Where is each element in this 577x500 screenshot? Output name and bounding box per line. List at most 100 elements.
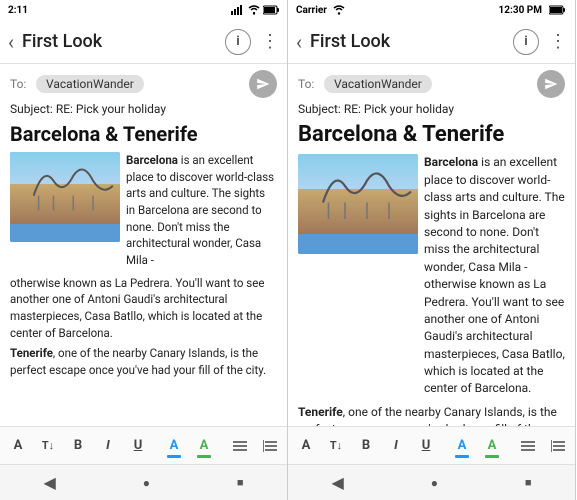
right-app-title: First Look [310,31,513,52]
right-status-left: Carrier [296,5,345,16]
left-time: 2:11 [8,5,28,16]
right-btn-a-color-label: A [458,438,467,453]
right-article-image [298,154,418,254]
left-info-button[interactable]: i [225,29,251,55]
left-btn-a-color-label: A [170,438,179,453]
left-nav-recent[interactable]: ■ [221,472,260,493]
left-email-title: Barcelona & Tenerife [10,122,277,146]
img-water [10,224,120,242]
left-content-image-block: Barcelona is an excellent place to disco… [10,152,277,269]
left-phone-panel: 2:11 ‹ [0,0,288,500]
right-content-image-block: Barcelona is an excellent place to disco… [298,154,565,397]
right-to-chip[interactable]: VacationWander [324,75,432,93]
right-btn-a-color[interactable]: A [448,432,476,460]
right-btn-b-label: B [362,438,370,453]
right-to-label: To: [298,77,318,91]
left-subject-label: Subject: [10,102,53,116]
right-back-button[interactable]: ‹ [296,32,302,52]
right-btn-a-highlight-label: A [488,438,497,453]
left-status-right [231,5,279,15]
right-email-content: To: VacationWander Subject: RE: Pick you… [288,64,575,426]
left-body-tenerife: Tenerife, one of the nearby Canary Islan… [10,345,277,378]
left-nav-back[interactable]: ◀ [27,469,71,496]
left-subject-line: Subject: RE: Pick your holiday [10,102,277,116]
right-to-line: To: VacationWander [298,70,565,98]
right-btn-a-label: A [302,438,311,453]
right-info-icon: i [524,34,527,49]
right-app-icons: i ⋮ [513,29,567,55]
left-barcelona-bold: Barcelona [126,153,178,167]
right-phone-panel: Carrier 12:30 PM ‹ First Look i [288,0,576,500]
right-carrier: Carrier [296,5,327,16]
left-btn-u[interactable]: U [124,432,152,460]
left-btn-a-color[interactable]: A [160,432,188,460]
right-info-button[interactable]: i [513,29,539,55]
right-body-inline-text: Barcelona is an excellent place to disco… [424,154,565,397]
right-status-bar: Carrier 12:30 PM [288,0,575,20]
left-btn-a-highlight[interactable]: A [190,432,218,460]
right-btn-b[interactable]: B [352,432,380,460]
left-app-bar: ‹ First Look i ⋮ [0,20,287,64]
right-btn-a-highlight[interactable]: A [478,432,506,460]
left-btn-a[interactable]: A [4,432,32,460]
left-article-image [10,152,120,242]
left-btn-b-label: B [74,438,82,453]
right-img-water [298,234,418,254]
left-body-inline-text: Barcelona is an excellent place to disco… [126,152,277,269]
wifi-icon [248,5,260,15]
right-btn-i[interactable]: I [382,432,410,460]
right-btn-u[interactable]: U [412,432,440,460]
left-btn-t-label: T↓ [42,439,54,452]
left-to-chip[interactable]: VacationWander [36,75,144,93]
right-nav-home[interactable]: ● [415,472,454,494]
left-btn-a-highlight-label: A [200,438,209,453]
img-coaster [32,161,115,211]
right-nav-back[interactable]: ◀ [315,469,359,496]
right-img-coaster [322,164,412,219]
right-btn-t-label: T↓ [330,439,342,452]
left-email-body: Barcelona is an excellent place to disco… [10,152,277,383]
right-subject-label: Subject: [298,102,341,116]
left-btn-list1[interactable] [226,432,254,460]
left-to-label: To: [10,77,30,91]
battery-icon [263,5,279,15]
left-subject-value: RE: Pick your holiday [56,102,166,116]
right-email-body: Barcelona is an excellent place to disco… [298,154,565,426]
right-btn-a[interactable]: A [292,432,320,460]
right-barcelona-bold: Barcelona [424,155,478,169]
right-btn-t[interactable]: T↓ [322,432,350,460]
left-body-inline: is an excellent place to discover world-… [126,153,274,267]
right-btn-list1[interactable] [514,432,542,460]
left-more-button[interactable]: ⋮ [261,33,279,51]
right-format-toolbar: A T↓ B I U A A [288,426,575,464]
left-nav-bar: ◀ ● ■ [0,464,287,500]
left-info-icon: i [236,34,239,49]
send-icon [256,77,270,91]
left-btn-b[interactable]: B [64,432,92,460]
right-more-button[interactable]: ⋮ [549,33,567,51]
right-status-right: 12:30 PM [499,5,567,16]
right-send-button[interactable] [537,70,565,98]
left-nav-home[interactable]: ● [127,472,166,494]
left-status-bar: 2:11 [0,0,287,20]
left-btn-i-label: I [106,438,110,453]
indent-list-icon [263,440,277,452]
left-btn-list2[interactable] [256,432,284,460]
left-body-continuation: otherwise known as La Pedrera. You'll wa… [10,275,277,342]
left-send-button[interactable] [249,70,277,98]
left-btn-u-label: U [134,438,143,453]
right-body-inline: is an excellent place to discover world-… [424,155,565,395]
right-email-title: Barcelona & Tenerife [298,122,565,148]
right-wifi-icon [333,5,345,15]
right-btn-list2[interactable] [544,432,572,460]
right-btn-i-label: I [394,438,398,453]
right-battery-icon [549,5,567,15]
left-btn-t[interactable]: T↓ [34,432,62,460]
left-email-content: To: VacationWander Subject: RE: Pick you… [0,64,287,426]
right-nav-recent[interactable]: ■ [509,472,548,493]
left-back-button[interactable]: ‹ [8,32,14,52]
right-send-icon [544,77,558,91]
signal-icon [231,5,245,15]
left-btn-i[interactable]: I [94,432,122,460]
left-tenerife-bold: Tenerife [10,346,53,360]
